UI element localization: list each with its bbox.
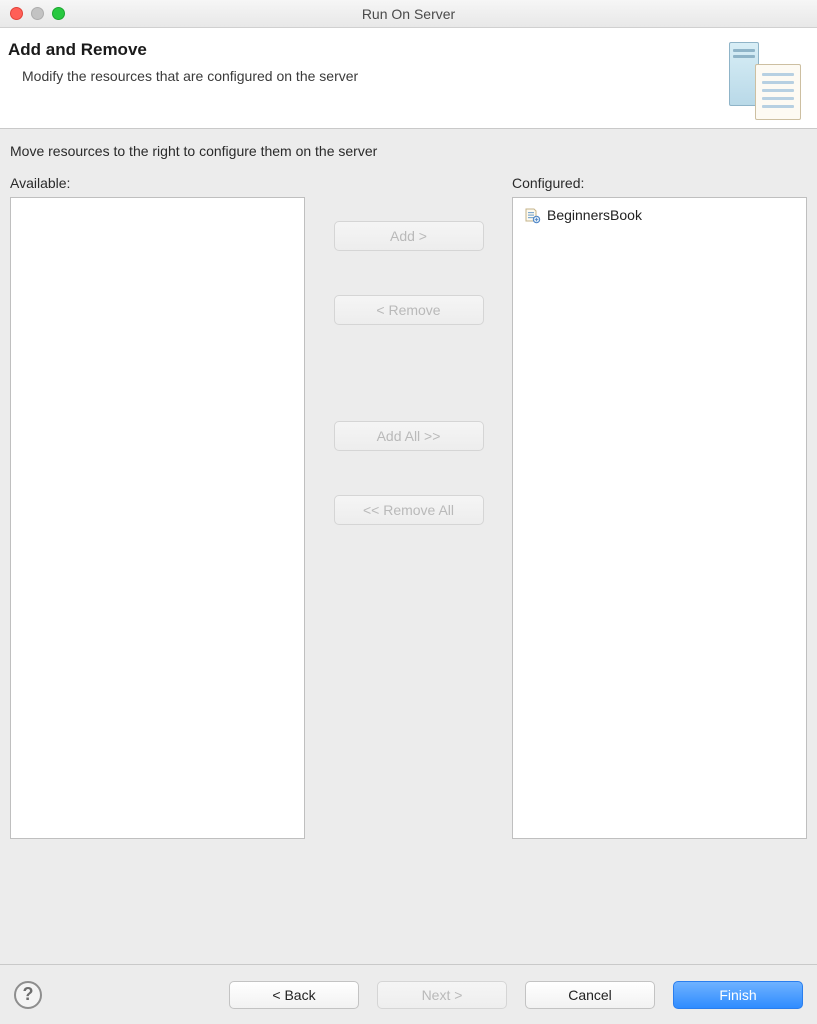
cancel-button[interactable]: Cancel [525,981,655,1009]
instruction-text: Move resources to the right to configure… [10,143,807,159]
back-button[interactable]: < Back [229,981,359,1009]
page-subtitle: Modify the resources that are configured… [8,68,358,84]
next-button[interactable]: Next > [377,981,507,1009]
transfer-panel: Available: Add > < Remove Add All >> << … [10,175,807,839]
wizard-header-text: Add and Remove Modify the resources that… [8,40,358,120]
remove-button[interactable]: < Remove [334,295,484,325]
window-title: Run On Server [0,6,817,22]
available-label: Available: [10,175,305,191]
footer-buttons: < Back Next > Cancel Finish [229,981,803,1009]
help-button[interactable]: ? [14,981,42,1009]
server-document-icon [717,40,807,120]
configured-column: Configured: BeginnersBook [512,175,807,839]
finish-button[interactable]: Finish [673,981,803,1009]
wizard-header: Add and Remove Modify the resources that… [0,28,817,129]
page-title: Add and Remove [8,40,358,60]
wizard-footer: ? < Back Next > Cancel Finish [0,964,817,1024]
configured-label: Configured: [512,175,807,191]
available-column: Available: [10,175,305,839]
list-item[interactable]: BeginnersBook [517,204,802,226]
transfer-buttons: Add > < Remove Add All >> << Remove All [305,175,512,525]
wizard-body: Move resources to the right to configure… [0,129,817,839]
add-all-button[interactable]: Add All >> [334,421,484,451]
titlebar: Run On Server [0,0,817,28]
list-item-label: BeginnersBook [547,207,642,223]
remove-all-button[interactable]: << Remove All [334,495,484,525]
configured-listbox[interactable]: BeginnersBook [512,197,807,839]
add-button[interactable]: Add > [334,221,484,251]
available-listbox[interactable] [10,197,305,839]
project-icon [523,206,541,224]
